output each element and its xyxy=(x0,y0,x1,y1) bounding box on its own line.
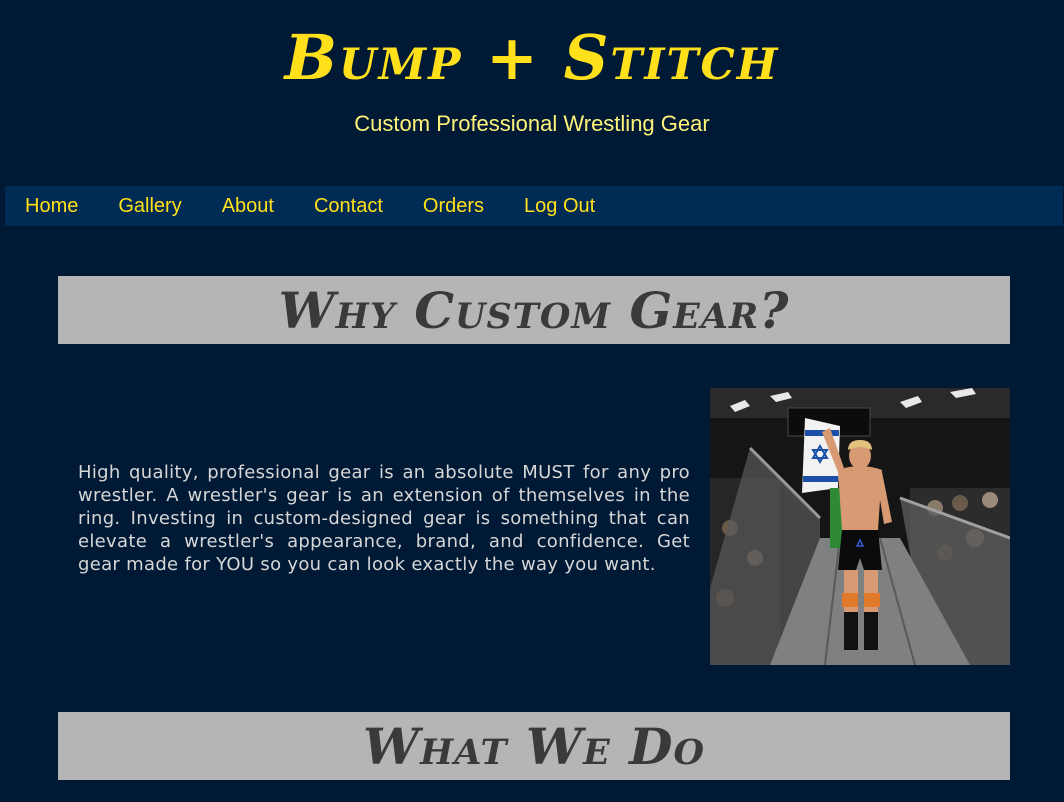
nav-home-link[interactable]: Home xyxy=(25,186,78,226)
why-custom-gear-text: High quality, professional gear is an ab… xyxy=(78,462,690,575)
what-we-do-banner: What We Do xyxy=(58,712,1010,780)
wrestler-entrance-photo xyxy=(710,388,1010,665)
main-nav: Home Gallery About Contact Orders Log Ou… xyxy=(5,186,1063,226)
why-custom-gear-heading: Why Custom Gear? xyxy=(278,280,790,340)
nav-about-link[interactable]: About xyxy=(222,186,274,226)
nav-orders-link[interactable]: Orders xyxy=(423,186,484,226)
nav-gallery-link[interactable]: Gallery xyxy=(118,186,181,226)
wrestler-photo-graphic xyxy=(710,388,1010,665)
nav-contact-link[interactable]: Contact xyxy=(314,186,383,226)
what-we-do-heading: What We Do xyxy=(363,716,705,776)
site-title: Bump + Stitch xyxy=(284,21,780,94)
site-tagline: Custom Professional Wrestling Gear xyxy=(354,111,710,136)
nav-logout-link[interactable]: Log Out xyxy=(524,186,595,226)
why-custom-gear-banner: Why Custom Gear? xyxy=(58,276,1010,344)
